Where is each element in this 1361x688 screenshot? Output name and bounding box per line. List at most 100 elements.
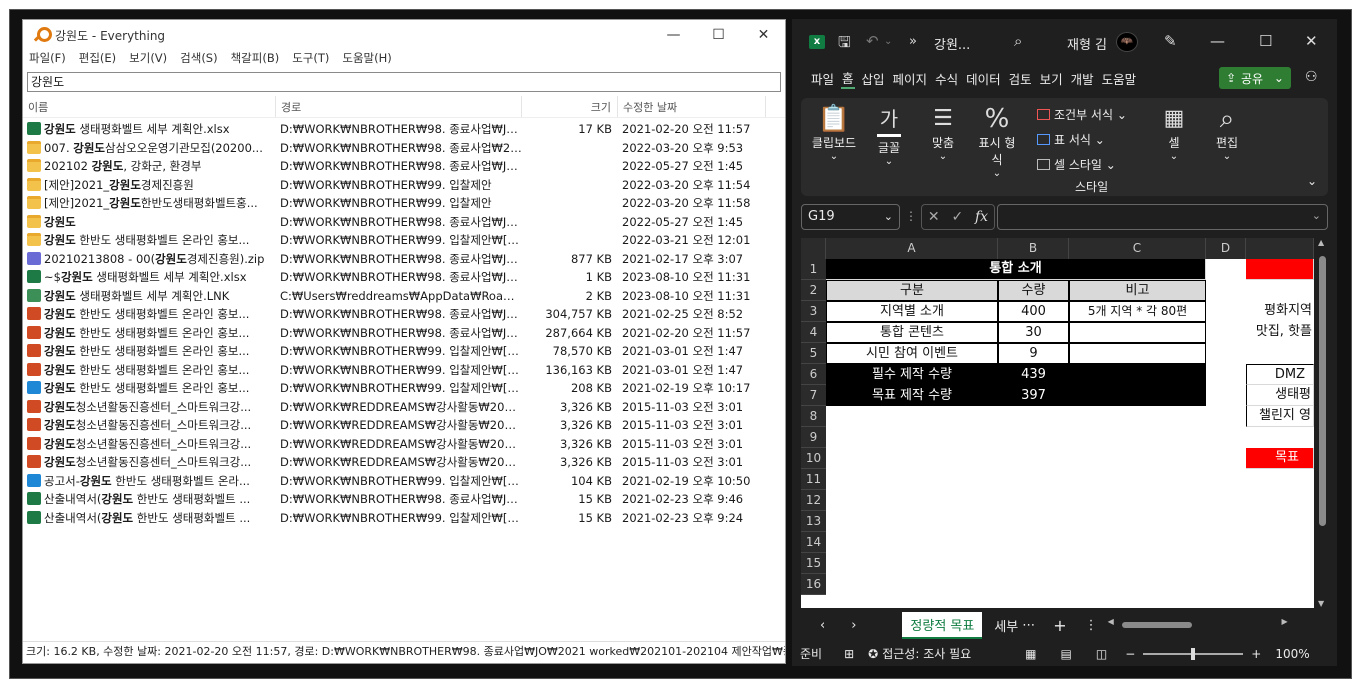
vertical-scrollbar[interactable]: ▲ ▼ xyxy=(1316,238,1328,608)
tab-insert[interactable]: 삽입 xyxy=(861,69,886,88)
search-icon[interactable]: ⌕ xyxy=(1014,32,1022,50)
undo-icon[interactable]: ↶ xyxy=(866,32,879,50)
undo-dropdown-icon[interactable]: ⌄ xyxy=(884,36,892,47)
cell-a1-merged-title[interactable]: 통합 소개 xyxy=(826,259,1206,280)
menu-view[interactable]: 보기(V) xyxy=(129,50,167,70)
row-header[interactable]: 4 xyxy=(801,322,826,343)
cell-a2[interactable]: 구분 xyxy=(826,280,998,301)
cell-a7[interactable]: 목표 제작 수량 xyxy=(826,385,998,406)
formula-input[interactable]: ⌄ xyxy=(997,204,1328,230)
tab-view[interactable]: 보기 xyxy=(1039,69,1064,88)
row-header[interactable]: 9 xyxy=(801,427,826,448)
minimize-button[interactable]: — xyxy=(651,20,696,50)
cell-a5[interactable]: 시민 참여 이벤트 xyxy=(826,343,998,364)
row-header[interactable]: 11 xyxy=(801,469,826,490)
cell-e7[interactable]: 생태평 xyxy=(1246,385,1314,406)
table-row[interactable]: 강원도청소년활동진흥센터_스마트워크강... D:₩WORK₩REDDREAMS₩… xyxy=(23,435,785,454)
column-header-modified[interactable]: 수정한 날짜 xyxy=(618,96,766,117)
select-all-corner[interactable] xyxy=(801,238,826,259)
alignment-group[interactable]: ☰ 맞춤 ⌄ xyxy=(923,104,963,162)
user-avatar[interactable]: 🦇 xyxy=(1116,32,1138,52)
sheet-tab-active[interactable]: 정량적 목표 xyxy=(902,611,983,639)
minimize-icon[interactable]: — xyxy=(1210,32,1225,50)
accessibility-icon[interactable]: ✪ xyxy=(868,647,878,661)
tab-review[interactable]: 검토 xyxy=(1008,69,1033,88)
cell-b7[interactable]: 397 xyxy=(998,385,1069,406)
name-box[interactable]: G19 ⌄ xyxy=(801,204,900,230)
tab-file[interactable]: 파일 xyxy=(810,69,835,88)
editing-group[interactable]: ⌕ 편집 ⌄ xyxy=(1207,104,1247,162)
table-row[interactable]: 산출내역서(강원도 한반도 생태평화벨트 ... D:₩WORK₩NBROTHER… xyxy=(23,509,785,528)
table-row[interactable]: 007. 강원도삼삼오오운영기관모집(20200... D:₩WORK₩NBROT… xyxy=(23,139,785,158)
table-row[interactable]: 강원도 D:₩WORK₩NBROTHER₩98. 종료사업₩JO₩... 2022-… xyxy=(23,213,785,232)
zoom-slider[interactable] xyxy=(1143,647,1244,660)
tab-help[interactable]: 도움말 xyxy=(1101,69,1138,88)
table-row[interactable]: 강원도 한반도 생태평화벨트 온라인 홍보... D:₩WORK₩NBROTHER… xyxy=(23,305,785,324)
column-header-e[interactable] xyxy=(1246,238,1314,259)
column-header-path[interactable]: 경로 xyxy=(276,96,522,117)
cell-e8[interactable]: 챌린지 영 xyxy=(1246,406,1314,427)
sheet-options-icon[interactable]: ⋮ xyxy=(1085,618,1098,633)
cell-a6[interactable]: 필수 제작 수량 xyxy=(826,364,998,385)
table-row[interactable]: 강원도 한반도 생태평화벨트 온라인 홍보... D:₩WORK₩NBROTHER… xyxy=(23,379,785,398)
table-row[interactable]: 강원도 생태평화벨트 세부 계획안.xlsx D:₩WORK₩NBROTHER₩9… xyxy=(23,120,785,139)
cell-b5[interactable]: 9 xyxy=(998,343,1069,364)
row-header[interactable]: 3 xyxy=(801,301,826,322)
row-header[interactable]: 5 xyxy=(801,343,826,364)
cell-a3[interactable]: 지역별 소개 xyxy=(826,301,998,322)
table-row[interactable]: 강원도청소년활동진흥센터_스마트워크강... D:₩WORK₩REDDREAMS₩… xyxy=(23,416,785,435)
number-format-group[interactable]: % 표시 형 식 ⌄ xyxy=(974,104,1020,179)
row-header[interactable]: 14 xyxy=(801,532,826,553)
comments-icon[interactable]: ⚇ xyxy=(1304,69,1319,85)
row-header[interactable]: 12 xyxy=(801,490,826,511)
cells-group[interactable]: ▦ 셀 ⌄ xyxy=(1158,104,1190,162)
table-row[interactable]: 강원도 생태평화벨트 세부 계획안.LNK C:₩Users₩reddreams₩… xyxy=(23,287,785,306)
close-icon[interactable]: ✕ xyxy=(1305,32,1318,50)
zoom-slider-thumb[interactable] xyxy=(1191,647,1196,660)
cell-b4[interactable]: 30 xyxy=(998,322,1069,343)
accessibility-status[interactable]: 접근성: 조사 필요 xyxy=(882,645,971,662)
maximize-icon[interactable]: ☐ xyxy=(1259,32,1272,50)
column-header-a[interactable]: A xyxy=(826,238,998,259)
scroll-up-icon[interactable]: ▲ xyxy=(1318,238,1324,247)
table-row[interactable]: 강원도 한반도 생태평화벨트 온라인 홍보... D:₩WORK₩NBROTHER… xyxy=(23,231,785,250)
row-header[interactable]: 7 xyxy=(801,385,826,406)
row-header[interactable]: 1 xyxy=(801,259,826,280)
hscroll-thumb[interactable] xyxy=(1121,622,1192,628)
column-header-size[interactable]: 크기 xyxy=(522,96,618,117)
pen-icon[interactable]: ✎ xyxy=(1164,32,1177,50)
column-header-c[interactable]: C xyxy=(1069,238,1206,259)
check-icon[interactable]: ✓ xyxy=(951,209,963,225)
column-header-b[interactable]: B xyxy=(998,238,1069,259)
add-sheet-icon[interactable]: + xyxy=(1053,616,1066,635)
font-group[interactable]: 가 글꼴 ⌄ xyxy=(869,104,909,167)
share-button[interactable]: ⇪ 공유 ⌄ xyxy=(1219,67,1291,89)
cell-c3[interactable]: 5개 지역 * 각 80편 xyxy=(1069,301,1206,322)
tab-page-layout[interactable]: 페이지 xyxy=(892,69,929,88)
clipboard-group[interactable]: 📋 클립보드 ⌄ xyxy=(807,104,861,162)
next-sheet-icon[interactable]: › xyxy=(851,618,856,633)
macro-icon[interactable]: ⊞ xyxy=(844,647,854,661)
cell-c5[interactable] xyxy=(1069,343,1206,364)
row-header[interactable]: 6 xyxy=(801,364,826,385)
table-row[interactable]: 산출내역서(강원도 한반도 생태평화벨트 ... D:₩WORK₩NBROTHER… xyxy=(23,490,785,509)
row-header[interactable]: 15 xyxy=(801,553,826,574)
column-header-d[interactable]: D xyxy=(1206,238,1246,259)
zoom-level[interactable]: 100% xyxy=(1275,647,1309,661)
prev-sheet-icon[interactable]: ‹ xyxy=(820,618,825,633)
cell-e1[interactable] xyxy=(1246,259,1314,280)
spreadsheet-grid[interactable]: A B C D 1 2 3 4 5 6 7 8 9 10 11 12 13 14 15 16 통합 소개 구분… xyxy=(801,238,1314,608)
close-button[interactable]: ✕ xyxy=(741,20,786,50)
table-row[interactable]: [제안]2021_강원도경제진흥원 D:₩WORK₩NBROTHER₩99. 입찰… xyxy=(23,176,785,195)
collapse-ribbon-icon[interactable]: ⌄ xyxy=(1307,174,1317,188)
table-row[interactable]: [제안]2021_강원도한반도생태평화벨트홍... D:₩WORK₩NBROTHE… xyxy=(23,194,785,213)
row-header[interactable]: 2 xyxy=(801,280,826,301)
conditional-format-button[interactable]: 조건부 서식 ⌄ xyxy=(1037,106,1127,123)
zoom-out-icon[interactable]: − xyxy=(1125,647,1135,661)
menu-search[interactable]: 검색(S) xyxy=(180,50,217,70)
menu-bookmarks[interactable]: 책갈피(B) xyxy=(231,50,280,70)
sheet-tab-2[interactable]: 세부 xyxy=(994,616,1018,635)
cell-b3[interactable]: 400 xyxy=(998,301,1069,322)
cancel-icon[interactable]: ✕ xyxy=(928,209,940,225)
search-input[interactable]: 강원도 xyxy=(27,72,781,92)
